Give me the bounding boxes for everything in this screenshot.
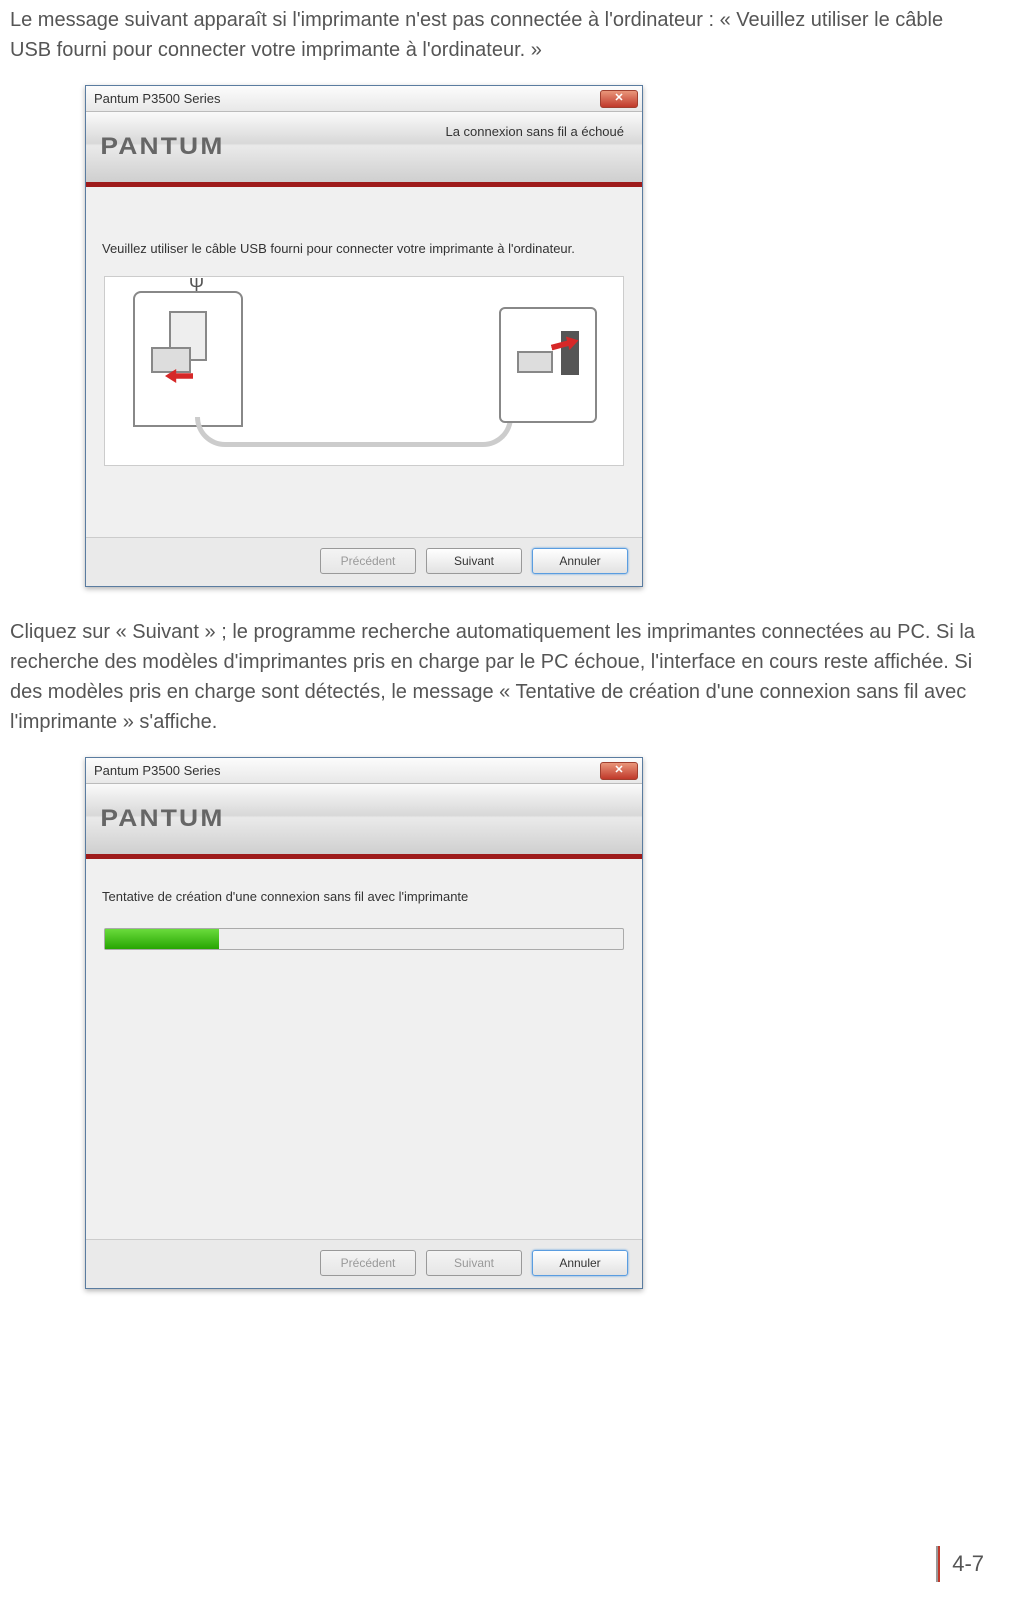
usb-cable-icon xyxy=(195,417,513,447)
next-button[interactable]: Suivant xyxy=(426,1250,522,1276)
pantum-logo: PANTUM xyxy=(100,805,224,833)
usb-plug-b-icon xyxy=(151,347,191,373)
dialog-banner: PANTUM La connexion sans fil a échoué xyxy=(86,112,642,182)
dialog-title-text: Pantum P3500 Series xyxy=(94,91,220,106)
dialog-banner: PANTUM xyxy=(86,784,642,854)
usb-connection-diagram: Ψ xyxy=(104,276,624,466)
page-number-block: 4-7 xyxy=(936,1546,984,1582)
screenshot-1: Pantum P3500 Series ✕ PANTUM La connexio… xyxy=(85,85,1014,587)
usb-trident-icon: Ψ xyxy=(189,275,204,296)
usb-slot-icon xyxy=(561,331,579,375)
dialog-instruction: Tentative de création d'une connexion sa… xyxy=(102,889,626,904)
dialog-footer: Précédent Suivant Annuler xyxy=(86,1239,642,1288)
close-icon[interactable]: ✕ xyxy=(600,762,638,780)
prev-button[interactable]: Précédent xyxy=(320,1250,416,1276)
dialog-title-bar: Pantum P3500 Series ✕ xyxy=(86,758,642,784)
banner-message: La connexion sans fil a échoué xyxy=(445,124,624,139)
cancel-button[interactable]: Annuler xyxy=(532,548,628,574)
dialog-title-text: Pantum P3500 Series xyxy=(94,763,220,778)
dialog-body: Veuillez utiliser le câble USB fourni po… xyxy=(86,187,642,537)
close-icon[interactable]: ✕ xyxy=(600,90,638,108)
prev-button[interactable]: Précédent xyxy=(320,548,416,574)
page-number: 4-7 xyxy=(952,1551,984,1577)
dialog-body: Tentative de création d'une connexion sa… xyxy=(86,859,642,1239)
installer-dialog-2: Pantum P3500 Series ✕ PANTUM Tentative d… xyxy=(85,757,643,1289)
dialog-footer: Précédent Suivant Annuler xyxy=(86,537,642,586)
progress-fill xyxy=(105,929,219,949)
next-button[interactable]: Suivant xyxy=(426,548,522,574)
installer-dialog-1: Pantum P3500 Series ✕ PANTUM La connexio… xyxy=(85,85,643,587)
pantum-logo: PANTUM xyxy=(100,133,224,161)
page-number-bar-icon xyxy=(936,1546,940,1582)
screenshot-2: Pantum P3500 Series ✕ PANTUM Tentative d… xyxy=(85,757,1014,1289)
usb-plug-a-icon xyxy=(517,351,553,373)
cancel-button[interactable]: Annuler xyxy=(532,1250,628,1276)
dialog-instruction: Veuillez utiliser le câble USB fourni po… xyxy=(102,241,626,256)
document-paragraph-1: Le message suivant apparaît si l'imprima… xyxy=(10,5,984,65)
dialog-title-bar: Pantum P3500 Series ✕ xyxy=(86,86,642,112)
progress-bar xyxy=(104,928,624,950)
document-paragraph-2: Cliquez sur « Suivant » ; le programme r… xyxy=(10,617,984,737)
